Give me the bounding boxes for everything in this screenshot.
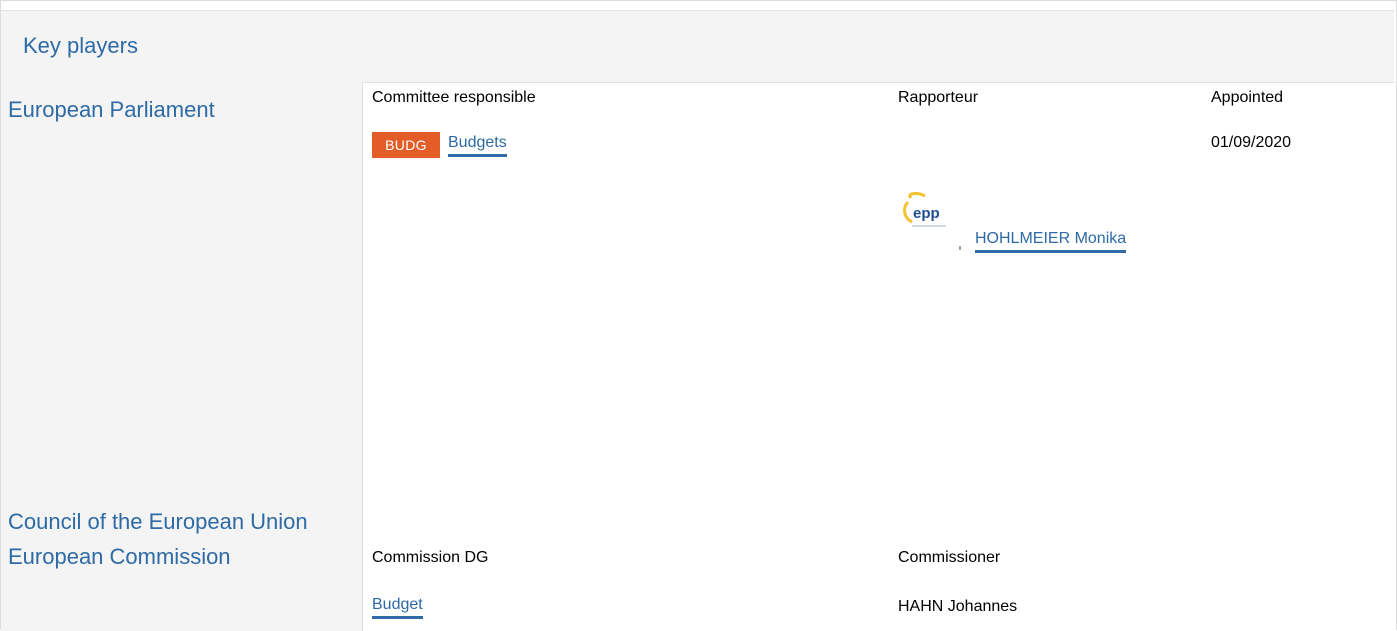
institutions-column: European Parliament Council of the Europ… <box>1 82 363 631</box>
appointed-header: Appointed <box>1211 89 1284 106</box>
section-title: Key players <box>23 33 138 58</box>
rapporteur-header: Rapporteur <box>898 89 979 106</box>
svg-text:epp: epp <box>913 205 940 222</box>
appointed-date: 01/09/2020 <box>1211 134 1292 151</box>
section-header: Key players <box>1 10 1394 83</box>
committee-budgets-link[interactable]: Budgets <box>448 134 507 157</box>
rapporteur-name-link[interactable]: HOHLMEIER Monika <box>975 230 1127 253</box>
committee-code-badge: BUDG <box>372 132 440 158</box>
institution-parliament: European Parliament <box>8 97 215 122</box>
epp-party-logo-icon: epp <box>898 188 962 250</box>
commissioner-name: HAHN Johannes <box>898 598 1018 615</box>
commission-dg-header: Commission DG <box>372 549 489 566</box>
commissioner-header: Commissioner <box>898 549 1001 566</box>
institution-council: Council of the European Union <box>8 509 308 534</box>
committee-responsible-header: Committee responsible <box>372 89 536 106</box>
commission-dg-budget-link[interactable]: Budget <box>372 596 423 619</box>
institution-commission: European Commission <box>8 544 231 569</box>
